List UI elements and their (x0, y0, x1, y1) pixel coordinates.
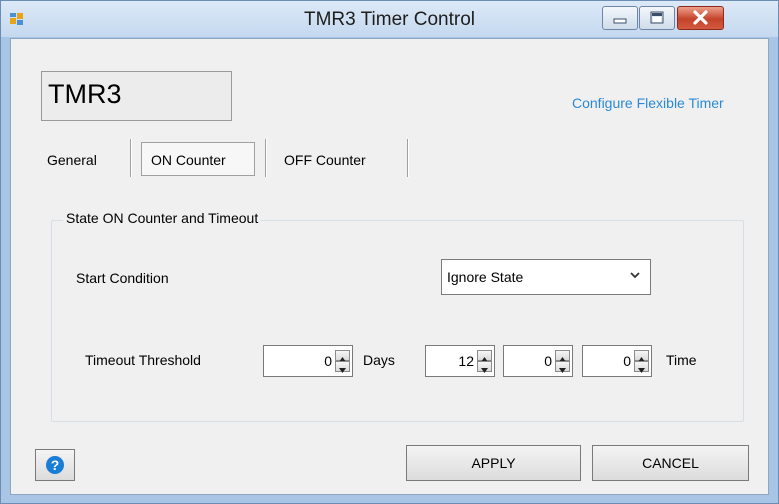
group-title: State ON Counter and Timeout (63, 210, 262, 226)
hours-down-button[interactable] (477, 361, 492, 373)
seconds-up-button[interactable] (634, 350, 649, 362)
chevron-down-icon (630, 272, 640, 279)
down-arrow-icon (638, 368, 645, 373)
apply-button[interactable]: APPLY (406, 445, 581, 481)
days-down-button[interactable] (335, 361, 350, 373)
hours-up-button[interactable] (477, 350, 492, 362)
tab-general[interactable]: General (47, 152, 97, 168)
minimize-button[interactable] (602, 6, 638, 30)
tab-on-counter[interactable]: ON Counter (151, 152, 226, 168)
days-value: 0 (324, 353, 332, 369)
dialog-body: TMR3 Configure Flexible Timer General ON… (10, 38, 769, 495)
tag-name-box: TMR3 (41, 71, 232, 121)
minutes-value: 0 (544, 353, 552, 369)
time-label: Time (666, 352, 697, 368)
down-arrow-icon (339, 368, 346, 373)
hours-value: 12 (458, 353, 474, 369)
close-button[interactable] (677, 6, 724, 30)
configure-flexible-timer-link[interactable]: Configure Flexible Timer (572, 95, 724, 111)
tab-divider (407, 139, 409, 177)
tab-off-counter[interactable]: OFF Counter (284, 152, 366, 168)
help-icon: ? (46, 456, 64, 474)
minutes-stepper[interactable]: 0 (503, 345, 573, 377)
seconds-value: 0 (623, 353, 631, 369)
help-button[interactable]: ? (35, 449, 75, 481)
group-box (51, 220, 744, 422)
maximize-icon (650, 11, 664, 24)
days-stepper[interactable]: 0 (263, 345, 353, 377)
start-condition-label: Start Condition (76, 270, 169, 286)
tab-divider (130, 139, 132, 177)
close-icon (693, 10, 708, 25)
timeout-threshold-label: Timeout Threshold (85, 352, 201, 368)
days-label: Days (363, 352, 395, 368)
maximize-button[interactable] (639, 6, 675, 30)
down-arrow-icon (559, 368, 566, 373)
cancel-button[interactable]: CANCEL (592, 445, 749, 481)
window: TMR3 Timer Control TMR3 Configure Flexib… (0, 0, 779, 504)
minimize-icon (613, 18, 627, 24)
start-condition-value: Ignore State (447, 269, 524, 285)
seconds-stepper[interactable]: 0 (582, 345, 652, 377)
start-condition-select[interactable]: Ignore State (441, 259, 651, 295)
title-bar[interactable]: TMR3 Timer Control (1, 1, 778, 37)
tab-divider (265, 139, 267, 177)
seconds-down-button[interactable] (634, 361, 649, 373)
minutes-down-button[interactable] (555, 361, 570, 373)
hours-stepper[interactable]: 12 (425, 345, 495, 377)
svg-text:?: ? (51, 457, 60, 473)
days-up-button[interactable] (335, 350, 350, 362)
down-arrow-icon (481, 368, 488, 373)
minutes-up-button[interactable] (555, 350, 570, 362)
